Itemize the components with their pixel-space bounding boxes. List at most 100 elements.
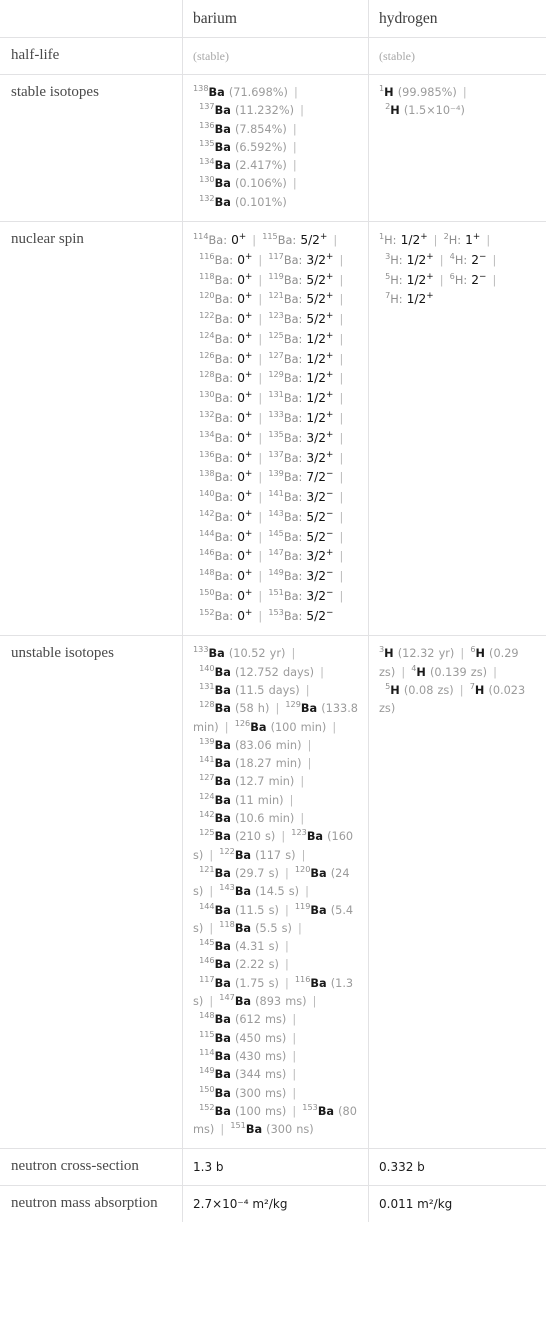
mass-number: 142 — [199, 809, 215, 820]
cell-unstable-isotopes-barium: 133Ba (10.52 yr) | 140Ba (12.752 days) |… — [182, 635, 369, 1150]
nuclear-spin-entry: 115Ba: — [262, 232, 296, 247]
nuclear-spin-entry: 140Ba: — [199, 489, 233, 504]
mass-number: 147 — [268, 547, 284, 558]
mass-number: 125 — [199, 827, 215, 838]
isotope-value: (450 ms) — [234, 1031, 287, 1045]
element-symbol: Ba: — [214, 609, 234, 623]
element-symbol: Ba — [214, 830, 231, 844]
element-symbol: Ba: — [283, 411, 303, 425]
element-symbol: Ba — [214, 866, 231, 880]
isotope-value: (12.32 yr) — [397, 647, 455, 661]
cell-neutron-cross-section-hydrogen: 0.332 b — [368, 1148, 546, 1187]
cell-nuclear-spin-barium: 114Ba: 0+ | 115Ba: 5/2+ | 116Ba: 0+ | 11… — [182, 221, 369, 637]
isotope-entry: 140Ba — [199, 664, 231, 679]
mass-number: 123 — [291, 827, 307, 838]
element-symbol: Ba: — [283, 372, 303, 386]
mass-number: 124 — [199, 330, 215, 341]
isotope-entry: 3H — [379, 646, 394, 661]
element-symbol: Ba: — [214, 313, 234, 327]
element-symbol: Ba: — [214, 589, 234, 603]
spin-value: 0+ — [237, 528, 253, 544]
item-separator: | — [271, 702, 284, 716]
cell-neutron-mass-absorption-barium: 2.7×10⁻⁴ m²/kg — [182, 1185, 369, 1224]
row-label-neutron-cross-section: neutron cross-section — [0, 1148, 183, 1187]
element-symbol: Ba: — [214, 451, 234, 465]
isotope-entry: 6H — [470, 646, 485, 661]
mass-number: 134 — [199, 156, 215, 167]
spin-value: 0+ — [237, 271, 253, 287]
item-separator: | — [254, 253, 267, 267]
nuclear-spin-entry: 7H: — [385, 292, 402, 307]
element-symbol: Ba — [234, 921, 252, 935]
nuclear-spin-entry: 1H: — [379, 232, 396, 247]
element-symbol: Ba — [310, 976, 327, 990]
mass-number: 137 — [199, 101, 215, 112]
nuclear-spin-entry: 5H: — [385, 272, 402, 287]
element-symbol: Ba: — [283, 392, 303, 406]
item-separator: | — [248, 234, 261, 248]
isotope-entry: 139Ba — [199, 737, 231, 752]
isotope-value: (300 ns) — [266, 1123, 314, 1137]
spin-value: 0+ — [237, 607, 253, 623]
mass-number: 127 — [199, 772, 215, 783]
spin-value: 1/2+ — [306, 370, 334, 386]
element-symbol: Ba — [214, 1086, 231, 1100]
element-symbol: Ba — [300, 702, 318, 716]
isotope-entry: 137Ba — [199, 101, 231, 117]
table-row: stable isotopes 138Ba (71.698%) | 137Ba … — [0, 73, 546, 223]
mass-number: 118 — [199, 270, 215, 281]
isotope-value: (11.232%) — [234, 104, 295, 118]
item-separator: | — [280, 903, 293, 917]
mass-number: 141 — [199, 754, 215, 765]
element-symbol: H — [390, 104, 400, 118]
nuclear-spin-entry: 117Ba: — [268, 252, 302, 267]
mass-number: 114 — [199, 1047, 215, 1058]
neutron-mass-absorption-barium-value: 2.7×10⁻⁴ m²/kg — [193, 1197, 288, 1212]
element-symbol: Ba: — [283, 471, 303, 485]
element-symbol: Ba: — [283, 352, 303, 366]
mass-number: 125 — [268, 330, 284, 341]
mass-number: 136 — [199, 119, 215, 130]
item-separator: | — [205, 885, 218, 899]
mass-number: 130 — [199, 389, 215, 400]
isotope-value: (12.752 days) — [234, 665, 315, 679]
element-symbol: H: — [448, 234, 462, 248]
spin-value: 2− — [471, 271, 487, 287]
isotope-entry: 116Ba — [295, 975, 327, 990]
element-symbol: Ba — [214, 1013, 231, 1027]
isotope-comparison-table: barium hydrogen half-life (stable) (stab… — [0, 0, 546, 1224]
element-symbol: Ba: — [208, 234, 227, 248]
mass-number: 132 — [199, 193, 215, 204]
nuclear-spin-entry: 145Ba: — [268, 529, 302, 544]
nuclear-spin-entry: 128Ba: — [199, 371, 233, 386]
row-label-neutron-mass-absorption: neutron mass absorption — [0, 1185, 183, 1224]
element-symbol: Ba — [214, 1104, 231, 1118]
isotope-entry: 122Ba — [219, 847, 251, 862]
element-symbol: Ba — [306, 830, 324, 844]
row-label-half-life: half-life — [0, 37, 183, 75]
mass-number: 150 — [199, 587, 215, 598]
isotope-entry: 131Ba — [199, 682, 231, 697]
element-symbol: Ba: — [214, 550, 234, 564]
spin-value: 5/2+ — [306, 271, 334, 287]
cell-neutron-cross-section-barium: 1.3 b — [182, 1148, 369, 1187]
element-symbol: Ba — [214, 665, 231, 679]
nuclear-spin-entry: 129Ba: — [268, 371, 303, 386]
mass-number: 141 — [268, 488, 284, 499]
row-label-stable-isotopes: stable isotopes — [0, 73, 183, 223]
cell-unstable-isotopes-hydrogen: 3H (12.32 yr) | 6H (0.29 zs) | 4H (0.139… — [368, 635, 546, 1150]
item-separator: | — [280, 866, 293, 880]
element-symbol: Ba: — [214, 471, 234, 485]
element-symbol: Ba — [208, 86, 225, 99]
spin-value: 3/2− — [306, 587, 334, 603]
item-separator: | — [254, 392, 267, 406]
item-separator: | — [254, 589, 267, 603]
element-symbol: Ba — [245, 1123, 263, 1137]
mass-number: 153 — [302, 1102, 318, 1113]
mass-number: 116 — [199, 251, 215, 262]
element-symbol: Ba — [310, 903, 327, 917]
isotope-value: (893 ms) — [255, 995, 307, 1009]
isotope-entry: 127Ba — [199, 772, 231, 789]
spin-value: 5/2− — [306, 528, 334, 544]
mass-number: 143 — [268, 508, 284, 519]
